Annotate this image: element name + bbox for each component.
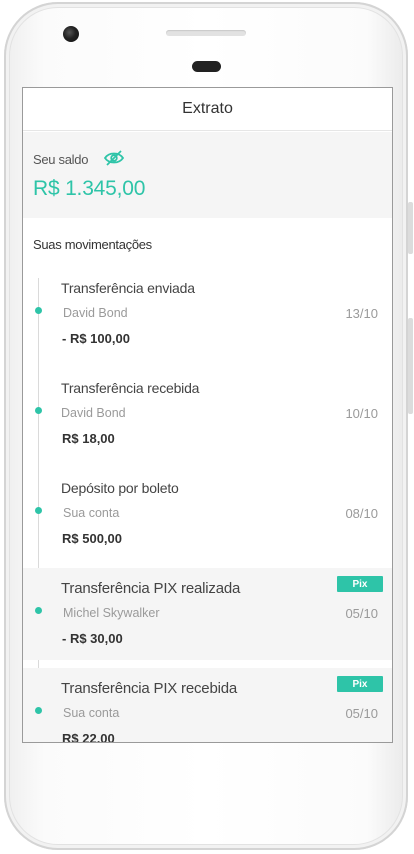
transaction-title: Depósito por boleto bbox=[61, 480, 179, 496]
proximity-sensor bbox=[192, 61, 221, 72]
timeline-dot bbox=[35, 707, 42, 714]
front-camera bbox=[63, 26, 79, 42]
transaction-party: Sua conta bbox=[63, 706, 120, 720]
transaction-title: Transferência enviada bbox=[61, 280, 195, 296]
transaction-amount: R$ 18,00 bbox=[62, 431, 115, 446]
timeline-dot bbox=[35, 407, 42, 414]
transaction-amount: R$ 500,00 bbox=[62, 531, 122, 546]
volume-button bbox=[408, 318, 413, 414]
app-screen: Extrato Seu saldo R$ 1.345,00 Suas movim… bbox=[22, 87, 393, 743]
transaction-date: 08/10 bbox=[345, 506, 378, 521]
transaction-amount: - R$ 100,00 bbox=[62, 331, 130, 346]
transaction-title: Transferência PIX recebida bbox=[61, 680, 238, 697]
transaction-amount: - R$ 30,00 bbox=[62, 631, 123, 646]
transaction-item-pix[interactable]: Transferência PIX realizada Pix Michel S… bbox=[23, 568, 392, 660]
transaction-title: Transferência recebida bbox=[61, 380, 200, 396]
timeline-dot bbox=[35, 307, 42, 314]
transaction-title: Transferência PIX realizada bbox=[61, 580, 241, 597]
transaction-item[interactable]: Depósito por boleto Sua conta 08/10 R$ 5… bbox=[23, 468, 392, 560]
transaction-date: 13/10 bbox=[345, 306, 378, 321]
pix-badge: Pix bbox=[337, 676, 383, 692]
transaction-item[interactable]: Transferência enviada David Bond 13/10 -… bbox=[23, 268, 392, 360]
transaction-amount: R$ 22,00 bbox=[62, 731, 115, 743]
transaction-party: David Bond bbox=[63, 306, 128, 320]
timeline-dot bbox=[35, 507, 42, 514]
transaction-item[interactable]: Transferência recebida David Bond 10/10 … bbox=[23, 368, 392, 460]
transaction-party: David Bond bbox=[61, 406, 126, 420]
transaction-item-pix[interactable]: Transferência PIX recebida Pix Sua conta… bbox=[23, 668, 392, 743]
movements-title: Suas movimentações bbox=[33, 237, 152, 252]
balance-card: Seu saldo R$ 1.345,00 bbox=[23, 132, 392, 218]
power-button bbox=[408, 202, 413, 254]
timeline-dot bbox=[35, 607, 42, 614]
page-title: Extrato bbox=[182, 100, 233, 117]
transaction-date: 10/10 bbox=[345, 406, 378, 421]
transaction-date: 05/10 bbox=[345, 706, 378, 721]
balance-amount: R$ 1.345,00 bbox=[33, 177, 146, 200]
app-header: Extrato bbox=[23, 88, 392, 131]
transaction-party: Michel Skywalker bbox=[63, 606, 160, 620]
transaction-date: 05/10 bbox=[345, 606, 378, 621]
eye-slash-icon[interactable] bbox=[103, 149, 125, 167]
balance-label: Seu saldo bbox=[33, 152, 89, 167]
transaction-party: Sua conta bbox=[63, 506, 120, 520]
earpiece-speaker bbox=[166, 30, 246, 36]
pix-badge: Pix bbox=[337, 576, 383, 592]
